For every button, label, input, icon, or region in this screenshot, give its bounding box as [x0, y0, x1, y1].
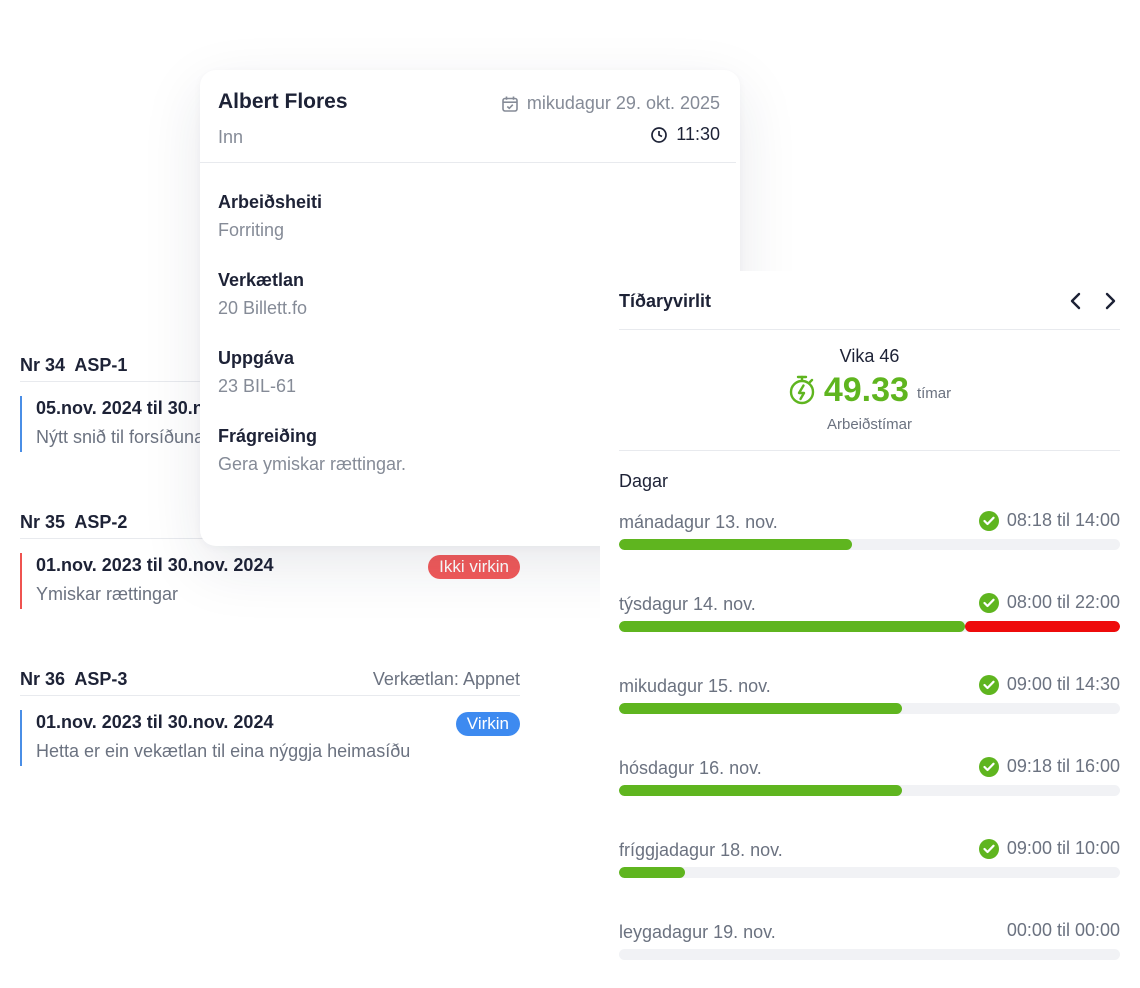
project-number-label: Nr 36	[20, 669, 66, 689]
detail-time-text: 11:30	[676, 124, 720, 144]
project-body: 01.nov. 2023 til 30.nov. 2024 Ymiskar ræ…	[20, 553, 520, 609]
day-time-range: 09:00 til 10:00	[978, 838, 1120, 859]
field-description: Frágreiðing Gera ymiskar rættingar.	[218, 425, 406, 475]
project-code: ASP-2	[74, 512, 128, 532]
detail-time: 11:30	[650, 124, 720, 145]
day-progress-track	[619, 785, 1120, 796]
field-value: 20 Billett.fo	[218, 298, 308, 318]
field-project: Verkætlan 20 Billett.fo	[218, 269, 307, 319]
day-name: mánadagur 13. nov.	[619, 512, 778, 532]
day-progress-track	[619, 539, 1120, 550]
field-label: Frágreiðing	[218, 426, 318, 446]
day-row[interactable]: hósdagur 16. nov. 09:18 til 16:00	[619, 756, 1120, 798]
day-row[interactable]: týsdagur 14. nov. 08:00 til 22:00	[619, 592, 1120, 634]
day-row[interactable]: fríggjadagur 18. nov. 09:00 til 10:00	[619, 838, 1120, 880]
check-circle-icon	[978, 756, 999, 777]
project-dates: 01.nov. 2023 til 30.nov. 2024	[36, 712, 274, 732]
detail-date-text: mikudagur 29. okt. 2025	[526, 93, 720, 113]
field-label: Uppgáva	[218, 348, 295, 368]
stopwatch-icon	[788, 375, 816, 405]
day-row[interactable]: mikudagur 15. nov. 09:00 til 14:30	[619, 674, 1120, 716]
time-overview-title: Tíðaryvirlit	[619, 291, 712, 311]
hours-value: 49.33	[823, 371, 909, 409]
day-time-range: 08:00 til 22:00	[978, 592, 1120, 613]
check-circle-icon	[978, 674, 999, 695]
project-number-label: Nr 35	[20, 512, 66, 532]
time-overview-card: Tíðaryvirlit Vika 46 49.33 tímar Arbeiðs…	[600, 271, 1140, 988]
employee-name: Albert Flores	[218, 90, 348, 113]
day-time-range-text: 09:18 til 16:00	[1006, 756, 1120, 776]
time-overview-header: Tíðaryvirlit	[619, 271, 1120, 330]
check-circle-icon	[978, 592, 999, 613]
day-progress-track	[619, 949, 1120, 960]
day-name: hósdagur 16. nov.	[619, 758, 762, 778]
check-circle-icon	[978, 838, 999, 859]
project-body: 01.nov. 2023 til 30.nov. 2024 Hetta er e…	[20, 710, 520, 766]
project-code: ASP-3	[74, 669, 128, 689]
field-value: 23 BIL-61	[218, 376, 297, 396]
day-progress-track	[619, 867, 1120, 878]
field-work-title: Arbeiðsheiti Forriting	[218, 191, 322, 241]
chevron-right-icon[interactable]	[1100, 291, 1120, 311]
project-item[interactable]: Nr 36 ASP-3 Verkætlan: Appnet 01.nov. 20…	[20, 668, 520, 766]
week-navigation	[1066, 291, 1120, 311]
detail-header: Albert Flores Inn mikudagur 29. okt. 202…	[200, 70, 736, 163]
project-number: Nr 34 ASP-1	[20, 355, 127, 376]
day-time-range: 09:18 til 16:00	[978, 756, 1120, 777]
day-overtime-fill	[964, 621, 1120, 632]
week-label: Vika 46	[839, 346, 900, 366]
day-row[interactable]: leygadagur 19. nov. 00:00 til 00:00	[619, 920, 1120, 962]
project-description: Hetta er ein vekætlan til eina nýggja he…	[36, 741, 411, 761]
clock-icon	[650, 126, 668, 144]
check-circle-icon	[978, 510, 999, 531]
hours-caption: Arbeiðstímar	[826, 416, 913, 433]
day-progress-fill	[619, 785, 902, 796]
day-name: týsdagur 14. nov.	[619, 594, 756, 614]
day-time-range: 09:00 til 14:30	[978, 674, 1120, 695]
field-value: Gera ymiskar rættingar.	[218, 454, 407, 474]
day-time-range: 00:00 til 00:00	[1007, 920, 1120, 941]
day-progress-fill	[619, 621, 965, 632]
days-heading: Dagar	[619, 471, 669, 491]
day-time-range-text: 08:00 til 22:00	[1006, 592, 1120, 612]
day-time-range: 08:18 til 14:00	[978, 510, 1120, 531]
detail-date: mikudagur 29. okt. 2025	[501, 93, 720, 114]
project-number: Nr 35 ASP-2	[20, 512, 127, 533]
project-header: Nr 36 ASP-3 Verkætlan: Appnet	[20, 668, 520, 696]
project-description: Ymiskar rættingar	[36, 584, 179, 604]
day-time-range-text: 09:00 til 14:30	[1006, 674, 1120, 694]
day-time-range-text: 08:18 til 14:00	[1006, 510, 1120, 530]
calendar-check-icon	[501, 95, 519, 113]
week-summary: Vika 46 49.33 tímar Arbeiðstímar	[619, 330, 1120, 451]
day-row[interactable]: mánadagur 13. nov. 08:18 til 14:00	[619, 510, 1120, 552]
total-hours: 49.33 tímar	[619, 370, 1120, 410]
day-progress-fill	[619, 867, 686, 878]
day-name: mikudagur 15. nov.	[619, 676, 771, 696]
field-value: Forriting	[218, 220, 285, 240]
day-progress-track	[619, 703, 1120, 714]
field-label: Verkætlan	[218, 270, 305, 290]
direction-label: Inn	[218, 127, 244, 147]
day-time-range-text: 00:00 til 00:00	[1006, 920, 1120, 940]
field-label: Arbeiðsheiti	[218, 192, 323, 212]
project-number-label: Nr 34	[20, 355, 66, 375]
day-name: leygadagur 19. nov.	[619, 922, 776, 942]
field-task: Uppgáva 23 BIL-61	[218, 347, 296, 397]
day-progress-track	[619, 621, 1120, 632]
project-number: Nr 36 ASP-3	[20, 669, 127, 690]
chevron-left-icon[interactable]	[1066, 291, 1086, 311]
project-label: Verkætlan: Appnet	[372, 669, 520, 689]
day-progress-fill	[619, 703, 902, 714]
project-code: ASP-1	[74, 355, 128, 375]
day-name: fríggjadagur 18. nov.	[619, 840, 783, 860]
day-time-range-text: 09:00 til 10:00	[1006, 838, 1120, 858]
status-badge-active: Virkin	[455, 712, 520, 736]
day-progress-fill	[619, 539, 852, 550]
hours-unit: tímar	[916, 384, 952, 402]
status-badge-inactive: Ikki virkin	[428, 555, 520, 579]
